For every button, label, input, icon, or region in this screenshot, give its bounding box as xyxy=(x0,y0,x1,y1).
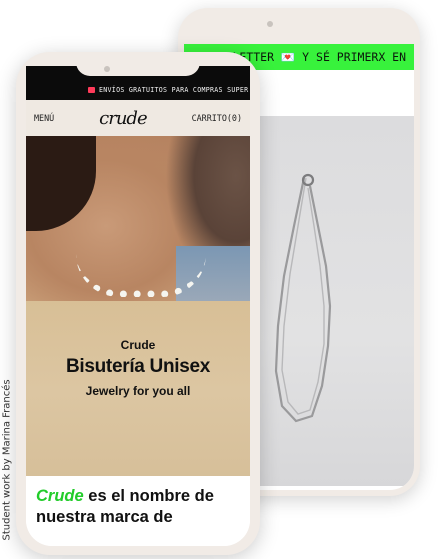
intro-brand: Crude xyxy=(36,487,84,505)
front-phone-screen: ENVÍOS GRATUITOS PARA COMPRAS SUPER MENÚ… xyxy=(26,66,250,546)
front-phone-mockup: ENVÍOS GRATUITOS PARA COMPRAS SUPER MENÚ… xyxy=(16,52,260,555)
hero-brand: Crude xyxy=(120,338,156,352)
hero-title: Bisutería Unisex xyxy=(65,356,211,377)
hero-subtitle: Jewelry for you all xyxy=(85,384,191,398)
chain-necklace-image xyxy=(274,173,332,423)
top-nav: MENÚ crude CARRITO(0) xyxy=(26,100,250,136)
back-phone-notch xyxy=(240,22,360,44)
shipping-banner-text: ENVÍOS GRATUITOS PARA COMPRAS SUPER xyxy=(99,86,249,94)
hero-text: Crude Bisutería Unisex Jewelry for you a… xyxy=(26,338,250,398)
front-phone-camera-dot xyxy=(104,66,110,72)
hero-image: Crude Bisutería Unisex Jewelry for you a… xyxy=(26,136,250,476)
student-credit: Student work by Marina Francés xyxy=(1,379,13,541)
crude-logo[interactable]: crude xyxy=(99,108,147,129)
cart-button[interactable]: CARRITO(0) xyxy=(192,113,242,123)
back-phone-camera-dot xyxy=(267,21,273,27)
intro-text: Crude es el nombre de nuestra marca de xyxy=(26,476,250,546)
necklace-photo[interactable] xyxy=(252,116,414,486)
menu-button[interactable]: MENÚ xyxy=(34,113,54,123)
hero-hair-shape xyxy=(26,136,96,231)
heart-icon xyxy=(88,87,95,93)
front-phone-notch xyxy=(76,52,200,76)
